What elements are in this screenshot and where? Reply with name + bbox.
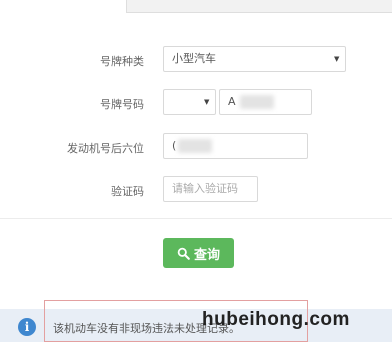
captcha-label: 验证码 <box>111 185 144 198</box>
engine-number-value: ( <box>172 139 177 152</box>
captcha-input[interactable]: 请输入验证码 <box>163 176 258 202</box>
plate-number-value: A <box>228 95 236 108</box>
divider <box>0 218 392 219</box>
captcha-placeholder: 请输入验证码 <box>172 182 238 195</box>
plate-number-label: 号牌号码 <box>100 98 144 111</box>
info-icon: i <box>18 318 36 336</box>
plate-type-select[interactable]: 小型汽车 ▼ <box>163 46 346 72</box>
plate-number-input[interactable]: A <box>219 89 312 115</box>
active-tab[interactable] <box>0 0 127 13</box>
caret-down-icon: ▼ <box>204 98 210 106</box>
plate-prefix-select[interactable]: ▼ <box>163 89 216 115</box>
plate-type-label: 号牌种类 <box>100 55 144 68</box>
redacted-area <box>240 95 274 109</box>
query-button[interactable]: 查询 <box>163 238 234 268</box>
caret-down-icon: ▼ <box>334 55 340 63</box>
engine-number-input[interactable]: ( <box>163 133 308 159</box>
engine-number-label: 发动机号后六位 <box>67 142 144 155</box>
watermark: hubeihong.com <box>202 309 350 330</box>
plate-type-value: 小型汽车 <box>172 52 216 65</box>
redacted-area <box>178 139 212 153</box>
query-button-label: 查询 <box>193 247 220 263</box>
search-icon <box>177 247 190 260</box>
